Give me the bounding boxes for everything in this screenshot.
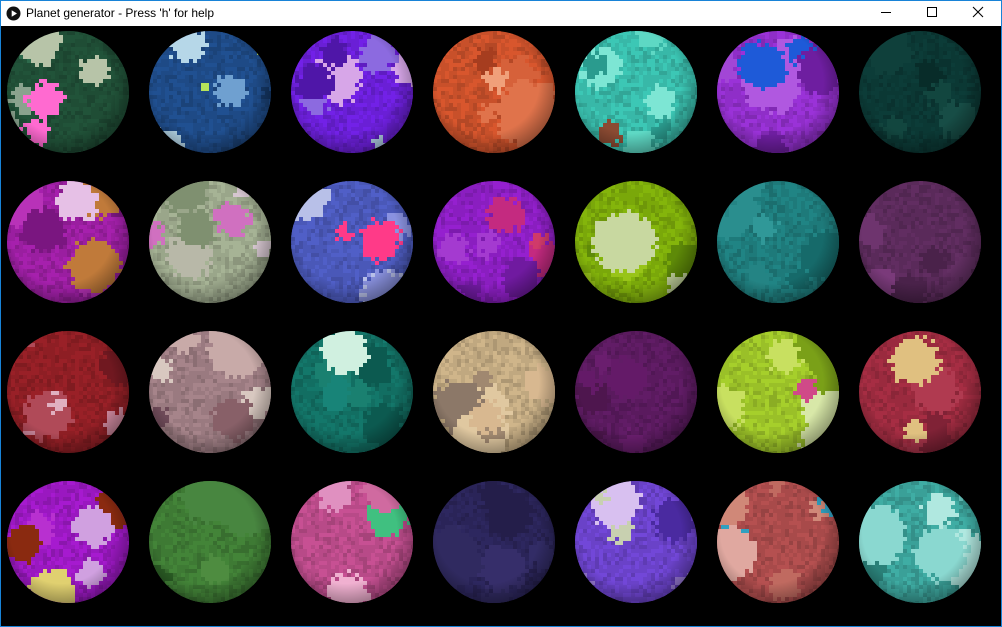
planet-13 xyxy=(717,181,839,303)
planet-6 xyxy=(717,31,839,153)
planet-25 xyxy=(433,481,555,603)
planet-canvas[interactable] xyxy=(1,26,1001,626)
planet-27 xyxy=(717,481,839,603)
close-icon xyxy=(972,5,984,23)
planet-9 xyxy=(149,181,271,303)
planet-14 xyxy=(859,181,981,303)
planet-7 xyxy=(859,31,981,153)
planet-11 xyxy=(433,181,555,303)
planet-12 xyxy=(575,181,697,303)
minimize-icon xyxy=(880,5,892,23)
window-title: Planet generator - Press 'h' for help xyxy=(26,6,215,20)
planet-19 xyxy=(575,331,697,453)
title-bar[interactable]: Planet generator - Press 'h' for help xyxy=(1,1,1001,26)
planet-8 xyxy=(7,181,129,303)
maximize-icon xyxy=(926,5,938,23)
planet-23 xyxy=(149,481,271,603)
planet-24 xyxy=(291,481,413,603)
planet-1 xyxy=(7,31,129,153)
planet-15 xyxy=(7,331,129,453)
planet-16 xyxy=(149,331,271,453)
planet-4 xyxy=(433,31,555,153)
planet-3 xyxy=(291,31,413,153)
maximize-button[interactable] xyxy=(909,1,955,26)
close-button[interactable] xyxy=(955,1,1001,26)
planet-26 xyxy=(575,481,697,603)
minimize-button[interactable] xyxy=(863,1,909,26)
planet-28 xyxy=(859,481,981,603)
planet-17 xyxy=(291,331,413,453)
planet-2 xyxy=(149,31,271,153)
planet-22 xyxy=(7,481,129,603)
app-window: Planet generator - Press 'h' for help xyxy=(0,0,1002,627)
planet-20 xyxy=(717,331,839,453)
play-circle-icon[interactable] xyxy=(6,6,21,21)
planet-21 xyxy=(859,331,981,453)
planet-5 xyxy=(575,31,697,153)
planet-18 xyxy=(433,331,555,453)
planet-10 xyxy=(291,181,413,303)
